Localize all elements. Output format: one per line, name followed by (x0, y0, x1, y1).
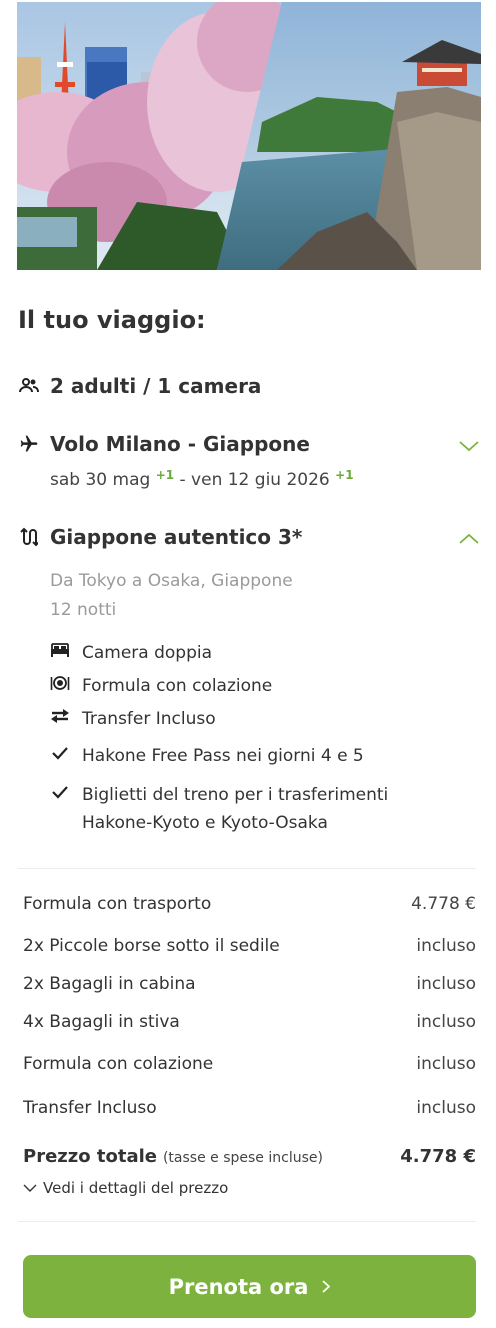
price-label: Transfer Incluso (23, 1098, 157, 1118)
chevron-down-icon (23, 1184, 37, 1192)
hero-image (17, 2, 481, 270)
trip-title: Il tuo viaggio: (18, 306, 206, 334)
price-row: 2x Piccole borse sotto il sedile incluso (23, 936, 476, 956)
dining-icon (50, 673, 70, 693)
price-details-label: Vedi i dettagli del prezzo (43, 1179, 229, 1197)
price-row: Transfer Incluso incluso (23, 1098, 476, 1118)
price-label: Formula con colazione (23, 1054, 214, 1074)
check-icon (50, 782, 70, 802)
price-row: 2x Bagagli in cabina incluso (23, 974, 476, 994)
total-value: 4.778 € (400, 1146, 476, 1167)
bed-icon (50, 640, 70, 660)
price-total-row: Prezzo totale (tasse e spese incluse) 4.7… (23, 1146, 476, 1167)
date-out-plus: +1 (155, 468, 175, 482)
flight-dates: sab 30 mag +1 - ven 12 giu 2026 +1 (50, 468, 354, 490)
total-note: (tasse e spese incluse) (162, 1150, 323, 1166)
feature-text: Transfer Incluso (82, 709, 216, 729)
price-value: incluso (416, 936, 476, 956)
feature-item: Biglietti del treno per i trasferimenti … (50, 781, 422, 837)
feature-text: Biglietti del treno per i trasferimenti … (82, 785, 389, 833)
price-value: incluso (416, 1012, 476, 1032)
people-icon (18, 375, 40, 397)
feature-item: Hakone Free Pass nei giorni 4 e 5 (50, 742, 422, 770)
price-label: 2x Piccole borse sotto il sedile (23, 936, 280, 956)
check-icon (50, 743, 70, 763)
price-value: incluso (416, 1054, 476, 1074)
package-route: Da Tokyo a Osaka, Giappone (50, 571, 293, 591)
price-row: 4x Bagagli in stiva incluso (23, 1012, 476, 1032)
chevron-right-icon (322, 1280, 331, 1293)
total-label-group: Prezzo totale (tasse e spese incluse) (23, 1146, 323, 1167)
feature-text: Hakone Free Pass nei giorni 4 e 5 (82, 746, 364, 766)
feature-item: Camera doppia (50, 639, 422, 667)
feature-item: Transfer Incluso (50, 705, 422, 733)
feature-text: Camera doppia (82, 643, 213, 663)
package-label: Giappone autentico 3* (50, 525, 303, 549)
airplane-icon (18, 433, 40, 455)
chevron-up-icon[interactable] (458, 532, 480, 546)
price-row: Formula con trasporto 4.778 € (23, 894, 476, 914)
price-value: incluso (416, 974, 476, 994)
divider (18, 1221, 476, 1222)
price-row: Formula con colazione incluso (23, 1054, 476, 1074)
chevron-down-icon[interactable] (458, 439, 480, 453)
price-label: Formula con trasporto (23, 894, 212, 914)
price-label: 4x Bagagli in stiva (23, 1012, 180, 1032)
price-value: incluso (416, 1098, 476, 1118)
date-back-plus: +1 (335, 468, 354, 482)
package-nights: 12 notti (50, 600, 117, 620)
route-icon (18, 526, 40, 548)
price-details-link[interactable]: Vedi i dettagli del prezzo (23, 1179, 228, 1197)
date-separator: - (174, 470, 192, 490)
price-value: 4.778 € (411, 894, 476, 914)
flight-row[interactable]: Volo Milano - Giappone (18, 432, 310, 456)
divider (18, 868, 476, 869)
transfer-arrows-icon (50, 706, 70, 726)
price-label: 2x Bagagli in cabina (23, 974, 196, 994)
book-now-label: Prenota ora (168, 1274, 309, 1299)
date-back: ven 12 giu 2026 (191, 470, 330, 490)
feature-text: Formula con colazione (82, 676, 273, 696)
feature-item: Formula con colazione (50, 672, 422, 700)
guests-label: 2 adulti / 1 camera (50, 374, 262, 398)
book-now-button[interactable]: Prenota ora (23, 1255, 476, 1318)
flight-label: Volo Milano - Giappone (50, 432, 310, 456)
total-label: Prezzo totale (23, 1146, 157, 1167)
package-row[interactable]: Giappone autentico 3* (18, 525, 302, 549)
guests-row: 2 adulti / 1 camera (18, 374, 261, 398)
date-out: sab 30 mag (50, 470, 151, 490)
